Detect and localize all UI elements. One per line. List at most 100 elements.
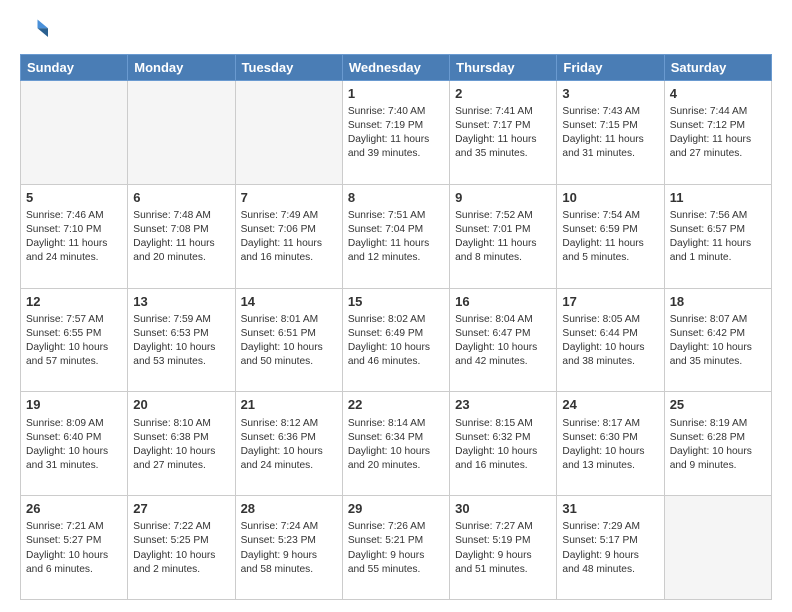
calendar-cell: 18 Sunrise: 8:07 AMSunset: 6:42 PMDayligh… [664, 288, 771, 392]
day-number: 18 [670, 293, 766, 311]
day-info: Sunrise: 7:54 AMSunset: 6:59 PMDaylight:… [562, 209, 658, 265]
calendar-week-row: 1Sunrise: 7:40 AMSunset: 7:19 PMDaylight… [21, 81, 772, 185]
day-number: 2 [455, 85, 551, 103]
day-number: 17 [562, 293, 658, 311]
calendar-week-row: 19 Sunrise: 8:09 AMSunset: 6:40 PMDayligh… [21, 392, 772, 496]
calendar-cell: 13 Sunrise: 7:59 AMSunset: 6:53 PMDayligh… [128, 288, 235, 392]
calendar-cell: 5 Sunrise: 7:46 AMSunset: 7:10 PMDaylight… [21, 184, 128, 288]
day-number: 16 [455, 293, 551, 311]
day-info: Sunrise: 8:07 AMSunset: 6:42 PMDaylight:… [670, 313, 766, 369]
day-info: Sunrise: 8:17 AMSunset: 6:30 PMDaylight:… [562, 417, 658, 473]
day-info: Sunrise: 7:46 AMSunset: 7:10 PMDaylight:… [26, 209, 122, 265]
day-number: 1 [348, 85, 444, 103]
page: Sunday Monday Tuesday Wednesday Thursday… [0, 0, 792, 612]
day-number: 26 [26, 500, 122, 518]
day-info: Sunrise: 8:01 AMSunset: 6:51 PMDaylight:… [241, 313, 337, 369]
calendar-cell: 27 Sunrise: 7:22 AMSunset: 5:25 PMDayligh… [128, 496, 235, 600]
day-number: 15 [348, 293, 444, 311]
calendar-week-row: 12 Sunrise: 7:57 AMSunset: 6:55 PMDayligh… [21, 288, 772, 392]
day-info: Sunrise: 7:56 AMSunset: 6:57 PMDaylight:… [670, 209, 766, 265]
calendar-cell [128, 81, 235, 185]
day-number: 31 [562, 500, 658, 518]
calendar-cell: 21 Sunrise: 8:12 AMSunset: 6:36 PMDayligh… [235, 392, 342, 496]
day-number: 24 [562, 396, 658, 414]
calendar-cell: 23 Sunrise: 8:15 AMSunset: 6:32 PMDayligh… [450, 392, 557, 496]
calendar-cell: 4Sunrise: 7:44 AMSunset: 7:12 PMDaylight… [664, 81, 771, 185]
calendar-cell: 19 Sunrise: 8:09 AMSunset: 6:40 PMDayligh… [21, 392, 128, 496]
day-info: Sunrise: 7:48 AMSunset: 7:08 PMDaylight:… [133, 209, 229, 265]
day-info: Sunrise: 7:57 AMSunset: 6:55 PMDaylight:… [26, 313, 122, 369]
calendar-cell: 22Sunrise: 8:14 AMSunset: 6:34 PMDayligh… [342, 392, 449, 496]
calendar-cell: 30Sunrise: 7:27 AMSunset: 5:19 PMDayligh… [450, 496, 557, 600]
col-thursday: Thursday [450, 55, 557, 81]
day-number: 22 [348, 396, 444, 414]
calendar-week-row: 26 Sunrise: 7:21 AMSunset: 5:27 PMDayligh… [21, 496, 772, 600]
day-info: Sunrise: 8:15 AMSunset: 6:32 PMDaylight:… [455, 417, 551, 473]
day-number: 6 [133, 189, 229, 207]
day-number: 14 [241, 293, 337, 311]
col-wednesday: Wednesday [342, 55, 449, 81]
calendar-header-row: Sunday Monday Tuesday Wednesday Thursday… [21, 55, 772, 81]
col-sunday: Sunday [21, 55, 128, 81]
header [20, 16, 772, 44]
col-friday: Friday [557, 55, 664, 81]
logo [20, 16, 52, 44]
day-info: Sunrise: 7:21 AMSunset: 5:27 PMDaylight:… [26, 520, 122, 576]
day-info: Sunrise: 7:44 AMSunset: 7:12 PMDaylight:… [670, 105, 766, 161]
day-number: 21 [241, 396, 337, 414]
calendar-cell: 11 Sunrise: 7:56 AMSunset: 6:57 PMDayligh… [664, 184, 771, 288]
calendar-table: Sunday Monday Tuesday Wednesday Thursday… [20, 54, 772, 600]
logo-icon [20, 16, 48, 44]
day-info: Sunrise: 8:09 AMSunset: 6:40 PMDaylight:… [26, 417, 122, 473]
day-number: 29 [348, 500, 444, 518]
calendar-cell [21, 81, 128, 185]
day-info: Sunrise: 7:52 AMSunset: 7:01 PMDaylight:… [455, 209, 551, 265]
calendar-cell: 26 Sunrise: 7:21 AMSunset: 5:27 PMDayligh… [21, 496, 128, 600]
day-info: Sunrise: 8:02 AMSunset: 6:49 PMDaylight:… [348, 313, 444, 369]
day-info: Sunrise: 8:12 AMSunset: 6:36 PMDaylight:… [241, 417, 337, 473]
day-number: 19 [26, 396, 122, 414]
calendar-cell: 17 Sunrise: 8:05 AMSunset: 6:44 PMDayligh… [557, 288, 664, 392]
day-info: Sunrise: 8:05 AMSunset: 6:44 PMDaylight:… [562, 313, 658, 369]
day-number: 23 [455, 396, 551, 414]
calendar-cell: 25Sunrise: 8:19 AMSunset: 6:28 PMDayligh… [664, 392, 771, 496]
day-info: Sunrise: 7:26 AMSunset: 5:21 PMDaylight:… [348, 520, 444, 576]
day-number: 28 [241, 500, 337, 518]
day-info: Sunrise: 8:10 AMSunset: 6:38 PMDaylight:… [133, 417, 229, 473]
day-info: Sunrise: 7:29 AMSunset: 5:17 PMDaylight:… [562, 520, 658, 576]
day-number: 13 [133, 293, 229, 311]
calendar-cell: 12 Sunrise: 7:57 AMSunset: 6:55 PMDayligh… [21, 288, 128, 392]
day-number: 9 [455, 189, 551, 207]
calendar-cell: 28 Sunrise: 7:24 AMSunset: 5:23 PMDayligh… [235, 496, 342, 600]
col-monday: Monday [128, 55, 235, 81]
day-info: Sunrise: 7:24 AMSunset: 5:23 PMDaylight:… [241, 520, 337, 576]
calendar-week-row: 5 Sunrise: 7:46 AMSunset: 7:10 PMDaylight… [21, 184, 772, 288]
day-number: 8 [348, 189, 444, 207]
calendar-cell: 7 Sunrise: 7:49 AMSunset: 7:06 PMDaylight… [235, 184, 342, 288]
col-saturday: Saturday [664, 55, 771, 81]
day-info: Sunrise: 7:49 AMSunset: 7:06 PMDaylight:… [241, 209, 337, 265]
day-number: 20 [133, 396, 229, 414]
day-info: Sunrise: 7:22 AMSunset: 5:25 PMDaylight:… [133, 520, 229, 576]
day-number: 30 [455, 500, 551, 518]
calendar-cell [235, 81, 342, 185]
day-number: 7 [241, 189, 337, 207]
day-number: 5 [26, 189, 122, 207]
calendar-cell: 3Sunrise: 7:43 AMSunset: 7:15 PMDaylight… [557, 81, 664, 185]
calendar-cell: 6 Sunrise: 7:48 AMSunset: 7:08 PMDaylight… [128, 184, 235, 288]
day-number: 25 [670, 396, 766, 414]
calendar-cell [664, 496, 771, 600]
calendar-cell: 31 Sunrise: 7:29 AMSunset: 5:17 PMDayligh… [557, 496, 664, 600]
day-number: 12 [26, 293, 122, 311]
calendar-cell: 2 Sunrise: 7:41 AMSunset: 7:17 PMDaylight… [450, 81, 557, 185]
calendar-cell: 24 Sunrise: 8:17 AMSunset: 6:30 PMDayligh… [557, 392, 664, 496]
day-number: 27 [133, 500, 229, 518]
day-number: 11 [670, 189, 766, 207]
day-info: Sunrise: 7:51 AMSunset: 7:04 PMDaylight:… [348, 209, 444, 265]
day-info: Sunrise: 7:43 AMSunset: 7:15 PMDaylight:… [562, 105, 658, 161]
col-tuesday: Tuesday [235, 55, 342, 81]
day-info: Sunrise: 7:41 AMSunset: 7:17 PMDaylight:… [455, 105, 551, 161]
day-info: Sunrise: 7:59 AMSunset: 6:53 PMDaylight:… [133, 313, 229, 369]
calendar-cell: 9 Sunrise: 7:52 AMSunset: 7:01 PMDaylight… [450, 184, 557, 288]
day-info: Sunrise: 8:04 AMSunset: 6:47 PMDaylight:… [455, 313, 551, 369]
